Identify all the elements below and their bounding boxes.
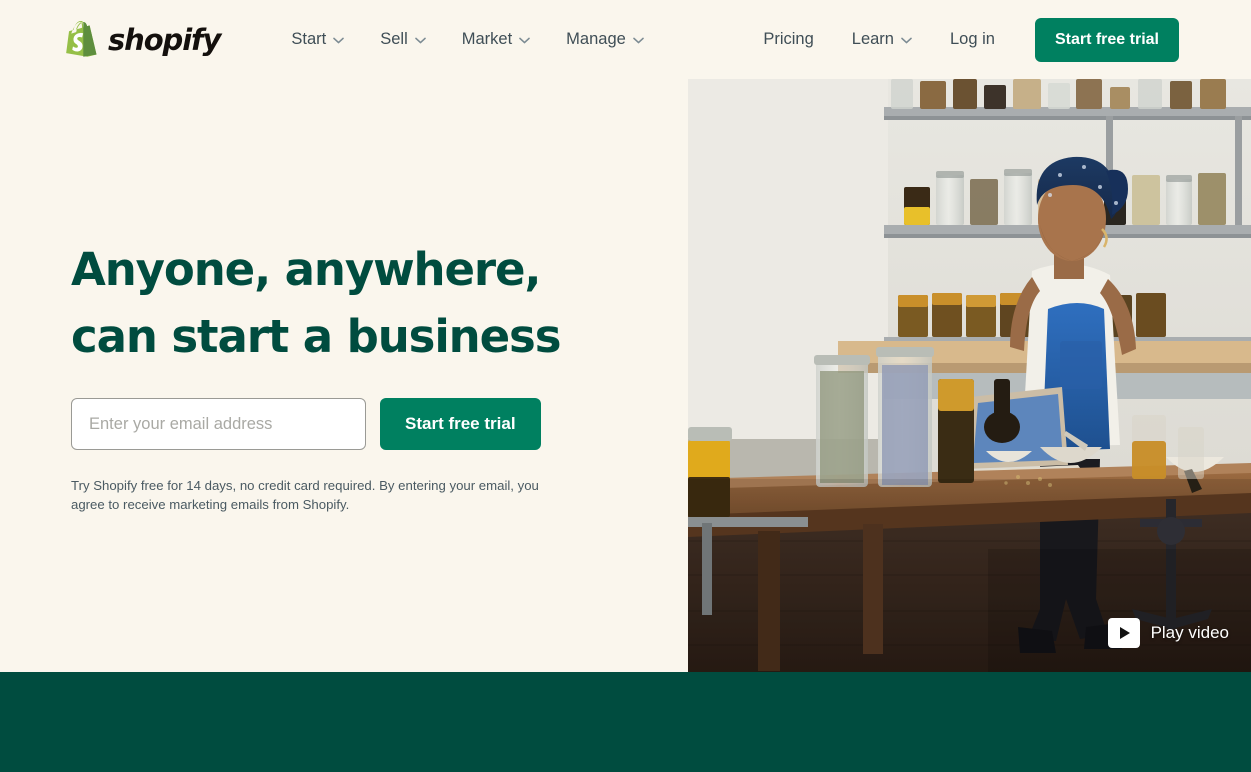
hero-photo-illustration (688, 79, 1251, 672)
email-signup-form: Start free trial (71, 398, 671, 450)
legal-disclaimer: Try Shopify free for 14 days, no credit … (71, 478, 539, 512)
nav-item-pricing[interactable]: Pricing (744, 22, 832, 57)
nav-item-log-in-label: Log in (949, 30, 995, 48)
play-triangle-icon (1107, 618, 1140, 648)
page-title: Anyone, anywhere, can start a business (71, 236, 671, 370)
email-field[interactable] (71, 398, 366, 450)
nav-item-manage-label: Manage (566, 30, 626, 48)
chevron-down-icon (901, 37, 912, 44)
nav-item-pricing-label: Pricing (763, 30, 814, 48)
nav-item-log-in[interactable]: Log in (931, 22, 1014, 57)
hero-content: Anyone, anywhere, can start a business S… (71, 236, 671, 514)
page-title-line-2: can start a business (71, 310, 562, 363)
nav-item-sell-label: Sell (380, 30, 408, 48)
next-section-band (0, 672, 1251, 772)
nav-item-learn-label: Learn (851, 30, 894, 48)
chevron-down-icon (633, 37, 644, 44)
shopify-logo-link[interactable]: shopify (66, 20, 221, 59)
site-header: shopify Start Sell Market Manage Pricing… (0, 0, 1251, 79)
nav-item-start-label: Start (291, 30, 327, 48)
shopify-homepage: shopify Start Sell Market Manage Pricing… (0, 0, 1251, 772)
hero-start-free-trial-button[interactable]: Start free trial (380, 398, 541, 450)
page-title-line-1: Anyone, anywhere, (71, 243, 542, 296)
nav-item-start[interactable]: Start (273, 22, 362, 57)
play-video-button[interactable]: Play video (1107, 618, 1229, 648)
chevron-down-icon (414, 37, 426, 44)
nav-item-learn[interactable]: Learn (833, 22, 931, 57)
nav-item-manage[interactable]: Manage (548, 22, 662, 57)
chevron-down-icon (519, 37, 530, 44)
nav-item-sell[interactable]: Sell (362, 22, 444, 57)
nav-item-market-label: Market (461, 30, 513, 48)
header-start-free-trial-button[interactable]: Start free trial (1034, 17, 1179, 62)
hero-image: Play video (688, 79, 1251, 672)
shopify-wordmark: shopify (108, 23, 221, 57)
secondary-navigation: Pricing Learn Log in Start free trial (744, 17, 1179, 62)
play-video-label: Play video (1150, 623, 1229, 642)
nav-item-market[interactable]: Market (444, 22, 548, 57)
chevron-down-icon (333, 37, 345, 44)
shopify-bag-logo-icon (66, 20, 97, 57)
primary-navigation: Start Sell Market Manage (273, 22, 661, 57)
